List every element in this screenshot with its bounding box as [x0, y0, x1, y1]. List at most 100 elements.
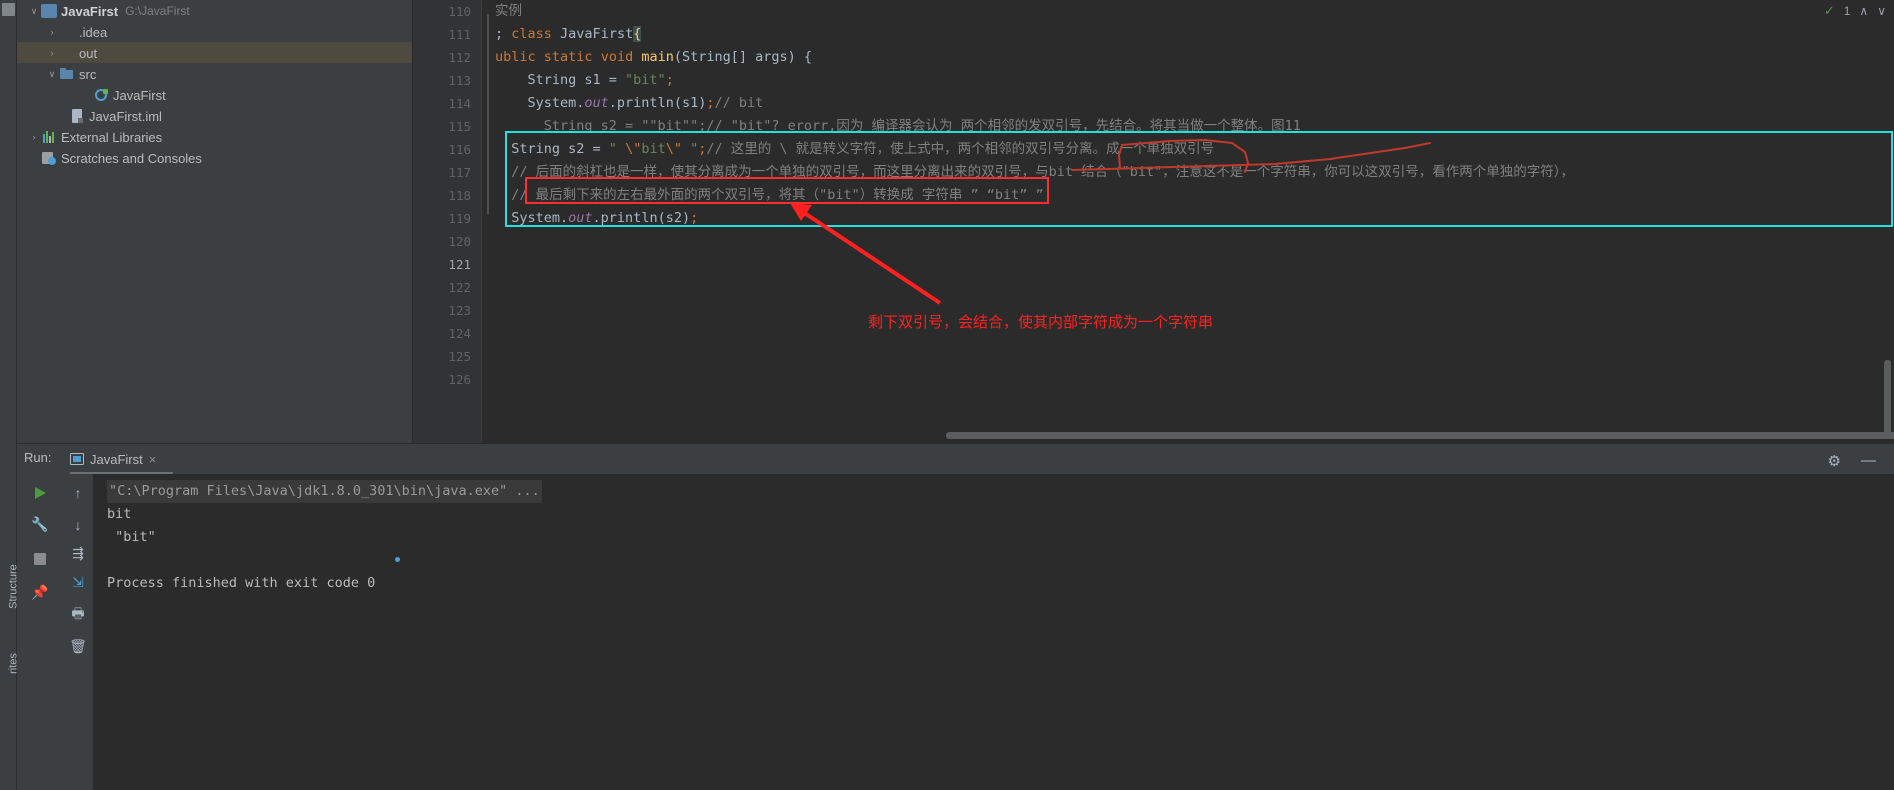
code-text: .println(s2): [592, 210, 691, 226]
code-line: String s2 = ""bit"";// "bit"? erorr,因为 编…: [481, 115, 1894, 138]
tree-row[interactable]: › out: [17, 42, 412, 63]
editor-status-icons: ✓ 1 ∧ ∨: [1824, 2, 1886, 20]
run-panel: Run: JavaFirst × ⚙ — 🔧 📌 ↑ ↓ ⇶ ⇲ 🖶 🗑 "C:…: [17, 443, 1894, 790]
java-class-icon: [93, 88, 109, 102]
console-icon: [70, 453, 84, 465]
line-number: 111: [448, 27, 471, 42]
wrench-icon[interactable]: 🔧: [17, 511, 63, 538]
run-tab-javafirst[interactable]: JavaFirst ×: [70, 448, 156, 470]
next-highlight-icon[interactable]: ∨: [1877, 4, 1886, 18]
trash-icon[interactable]: 🗑: [63, 633, 93, 660]
code-string: ": [608, 141, 626, 157]
console-command-text: "C:\Program Files\Java\jdk1.8.0_301\bin\…: [107, 480, 542, 503]
tree-row[interactable]: ∨ JavaFirst G:\JavaFirst: [17, 0, 412, 21]
line-number: 123: [448, 303, 471, 318]
code-line: // 后面的斜杠也是一样，使其分离成为一个单独的双引号，而这里分离出来的双引号，…: [481, 161, 1894, 184]
code-text: 实例: [495, 3, 522, 19]
print-icon[interactable]: 🖶: [63, 601, 93, 628]
folder-out-icon: [59, 46, 75, 60]
left-tool-strip: Structure rites: [0, 0, 20, 790]
code-line: System.out.println(s1);// bit: [481, 92, 1894, 115]
code-string: bit: [641, 141, 666, 157]
module-icon: [41, 4, 57, 18]
tree-row[interactable]: JavaFirst.iml: [17, 105, 412, 126]
project-tree-panel[interactable]: ∨ JavaFirst G:\JavaFirst › .idea › out ∨ src …: [17, 0, 413, 443]
project-icon[interactable]: [2, 3, 15, 16]
code-text: (String[] args) {: [673, 49, 813, 65]
stop-icon[interactable]: [17, 545, 63, 572]
prev-highlight-icon[interactable]: ∧: [1859, 4, 1868, 18]
line-number: 115: [448, 119, 471, 134]
tree-row[interactable]: › Scratches and Consoles: [17, 147, 412, 168]
chevron-right-icon[interactable]: ›: [45, 43, 59, 64]
code-text: ;: [690, 210, 699, 226]
code-comment: // 最后剩下来的左右最外面的两个双引号，将其（"bit"）转换成 字符串 ” …: [495, 187, 1044, 203]
tree-item-label: .idea: [79, 25, 108, 41]
chevron-right-icon[interactable]: ›: [45, 22, 59, 43]
code-text: System.: [495, 210, 569, 226]
code-content[interactable]: 实例 ; class JavaFirst{ ublic static void …: [481, 0, 1894, 443]
scroll-to-end-icon[interactable]: ⇲: [63, 569, 93, 596]
chevron-down-icon[interactable]: ∨: [27, 1, 41, 22]
line-number-current: 121: [448, 257, 471, 272]
pin-icon[interactable]: 📌: [17, 579, 63, 606]
code-comment: // 这里的 \ 就是转义字符，使上式中，两个相邻的双引号分离。成一个单独双引号: [706, 141, 1215, 157]
code-text: String s1 =: [495, 72, 626, 88]
scratches-icon: [41, 151, 57, 165]
close-icon[interactable]: ×: [149, 452, 157, 467]
line-number: 110: [448, 4, 471, 19]
line-number: 120: [448, 234, 471, 249]
line-number: 126: [448, 372, 471, 387]
tree-row[interactable]: JavaFirst: [17, 84, 412, 105]
code-field: out: [584, 95, 609, 111]
console-line: bit: [107, 506, 132, 522]
code-line: 实例: [481, 0, 1894, 23]
line-number: 116: [448, 142, 471, 157]
tree-row[interactable]: ∨ src: [17, 63, 412, 84]
line-number: 119: [448, 211, 471, 226]
caret-dot: [395, 557, 400, 562]
scroll-up-icon[interactable]: ↑: [63, 479, 93, 506]
editor-vertical-scrollbar[interactable]: [1884, 360, 1891, 438]
code-editor[interactable]: 110 111 112 113 114 115 116 117 118 119 …: [413, 0, 1894, 443]
line-number: 117: [448, 165, 471, 180]
code-string: "bit": [625, 72, 666, 88]
tree-row[interactable]: › .idea: [17, 21, 412, 42]
chevron-down-icon[interactable]: ∨: [45, 64, 59, 85]
run-tab-label: JavaFirst: [90, 451, 143, 467]
run-toolbar-primary: 🔧 📌: [17, 474, 63, 790]
code-line: // 最后剩下来的左右最外面的两个双引号，将其（"bit"）转换成 字符串 ” …: [481, 184, 1894, 207]
scroll-down-icon[interactable]: ↓: [63, 511, 93, 538]
code-text: JavaFirst: [560, 26, 634, 42]
folder-src-icon: [59, 67, 75, 81]
chevron-right-icon[interactable]: ›: [27, 127, 41, 148]
code-line: System.out.println(s2);: [481, 207, 1894, 230]
libraries-icon: [41, 130, 57, 144]
code-keyword: static: [543, 49, 601, 65]
line-number: 112: [448, 50, 471, 65]
code-escape: \": [665, 141, 682, 157]
inspection-ok-icon[interactable]: ✓: [1824, 3, 1835, 19]
code-text: System.: [495, 95, 585, 111]
code-text: ;: [495, 26, 512, 42]
console-line: "C:\Program Files\Java\jdk1.8.0_301\bin\…: [107, 480, 1894, 503]
rerun-icon[interactable]: [17, 479, 63, 506]
tree-item-path: G:\JavaFirst: [125, 4, 190, 18]
soft-wrap-icon[interactable]: ⇶: [63, 540, 93, 567]
code-line: ublic static void main(String[] args) {: [481, 46, 1894, 69]
code-keyword: void: [600, 49, 642, 65]
tree-row[interactable]: › External Libraries: [17, 126, 412, 147]
console-output[interactable]: "C:\Program Files\Java\jdk1.8.0_301\bin\…: [93, 474, 1894, 790]
tree-item-label: JavaFirst: [113, 88, 166, 104]
minimize-icon[interactable]: —: [1861, 452, 1876, 469]
gear-icon[interactable]: ⚙: [1828, 452, 1841, 470]
console-line: Process finished with exit code 0: [107, 575, 376, 591]
editor-gutter[interactable]: 110 111 112 113 114 115 116 117 118 119 …: [413, 0, 481, 443]
code-field: out: [568, 210, 593, 226]
iml-file-icon: [69, 109, 85, 123]
code-text: ;: [665, 72, 674, 88]
editor-horizontal-scrollbar[interactable]: [946, 432, 1894, 439]
